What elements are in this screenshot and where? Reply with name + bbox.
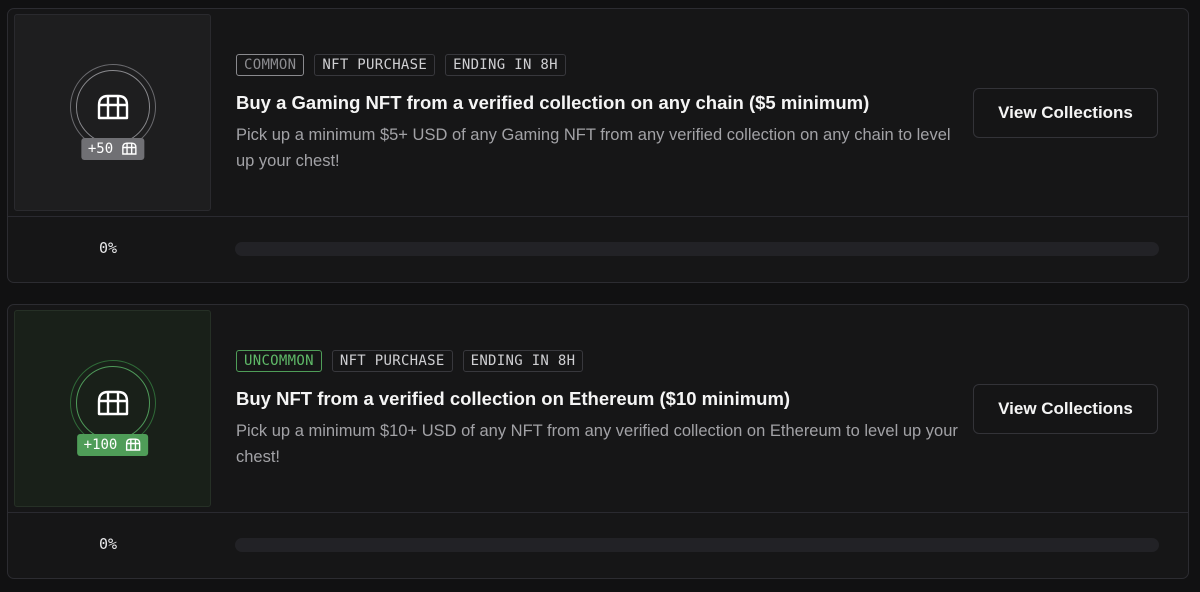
chest-icon xyxy=(126,438,141,451)
rarity-tag: COMMON xyxy=(236,54,305,76)
view-collections-button[interactable]: View Collections xyxy=(973,384,1158,434)
reward-badge: +50 xyxy=(80,137,145,160)
chest-icon xyxy=(97,94,128,119)
rarity-tag: UNCOMMON xyxy=(236,350,322,372)
reward-badge: +100 xyxy=(76,433,149,456)
quest-title: Buy a Gaming NFT from a verified collect… xyxy=(236,92,870,113)
divider xyxy=(8,216,1188,217)
category-tag: NFT PURCHASE xyxy=(314,54,436,76)
quest-title: Buy NFT from a verified collection on Et… xyxy=(236,388,791,409)
quest-description: Pick up a minimum $5+ USD of any Gaming … xyxy=(236,126,951,170)
divider xyxy=(8,512,1188,513)
chest-media: +50 xyxy=(14,14,211,211)
chest-icon xyxy=(121,142,137,155)
quest-content: UNCOMMON NFT PURCHASE ENDING IN 8H Buy N… xyxy=(236,350,966,470)
progress-percent: 0% xyxy=(98,535,118,553)
reward-amount: +50 xyxy=(87,140,114,157)
category-tag: NFT PURCHASE xyxy=(331,350,453,372)
view-collections-button[interactable]: View Collections xyxy=(973,88,1158,138)
quest-description: Pick up a minimum $10+ USD of any NFT fr… xyxy=(236,422,958,466)
chest-media: +100 xyxy=(14,310,211,507)
quest-card: +100 UNCOMMON NFT PURCHASE ENDING IN 8H … xyxy=(7,304,1189,579)
quest-tags: COMMON NFT PURCHASE ENDING IN 8H xyxy=(236,54,966,76)
quest-card: +50 COMMON NFT PURCHASE ENDING IN 8H Buy… xyxy=(7,8,1189,283)
reward-amount: +100 xyxy=(83,436,118,453)
progress-bar xyxy=(235,242,1159,256)
progress-bar xyxy=(235,538,1159,552)
quest-content: COMMON NFT PURCHASE ENDING IN 8H Buy a G… xyxy=(236,54,966,174)
quest-tags: UNCOMMON NFT PURCHASE ENDING IN 8H xyxy=(236,350,966,372)
chest-icon xyxy=(97,390,128,415)
ending-tag: ENDING IN 8H xyxy=(462,350,584,372)
progress-percent: 0% xyxy=(98,239,118,257)
ending-tag: ENDING IN 8H xyxy=(445,54,566,76)
